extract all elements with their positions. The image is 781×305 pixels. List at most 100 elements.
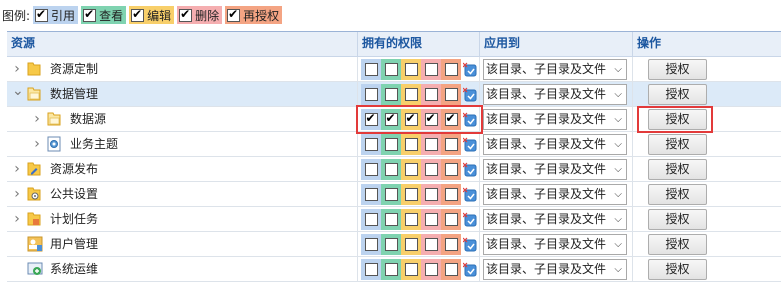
resource-label[interactable]: 数据源 bbox=[70, 107, 106, 132]
expand-arrow-icon[interactable]: › bbox=[12, 187, 22, 201]
permission-checkbox[interactable] bbox=[384, 111, 398, 126]
expand-arrow-icon[interactable]: › bbox=[12, 162, 22, 176]
permission-inherit-icon[interactable] bbox=[462, 134, 478, 155]
permission-checkbox[interactable] bbox=[364, 238, 378, 251]
user-manage-icon bbox=[27, 236, 43, 252]
permission-checkbox[interactable] bbox=[444, 111, 458, 126]
apply-to-select[interactable]: 该目录、子目录及文件 ⌵ bbox=[483, 109, 627, 130]
apply-to-select[interactable]: 该目录、子目录及文件 ⌵ bbox=[483, 59, 627, 80]
permission-inherit-icon[interactable] bbox=[462, 59, 478, 80]
resource-label[interactable]: 数据管理 bbox=[50, 82, 98, 107]
table-row[interactable]: › 业务主题 该目录、子目录及文件 ⌵ 授权 bbox=[7, 132, 781, 157]
table-row[interactable]: › 计划任务 该目录、子目录及文件 ⌵ 授权 bbox=[7, 207, 781, 232]
permission-checkbox[interactable] bbox=[424, 238, 438, 251]
permission-checkbox[interactable] bbox=[364, 263, 378, 276]
apply-to-select[interactable]: 该目录、子目录及文件 ⌵ bbox=[483, 84, 627, 105]
apply-to-select[interactable]: 该目录、子目录及文件 ⌵ bbox=[483, 259, 627, 280]
permission-checkbox[interactable] bbox=[364, 213, 378, 226]
permission-checkbox[interactable] bbox=[384, 238, 398, 251]
permission-checkbox[interactable] bbox=[424, 213, 438, 226]
table-row[interactable]: › 数据源 该目录、子目录及文件 ⌵ 授权 bbox=[7, 107, 781, 132]
permission-checkbox[interactable] bbox=[444, 163, 458, 176]
grant-button[interactable]: 授权 bbox=[648, 184, 707, 205]
permission-checkbox[interactable] bbox=[384, 88, 398, 101]
permission-checkbox[interactable] bbox=[364, 138, 378, 151]
permission-checkbox[interactable] bbox=[424, 263, 438, 276]
table-row[interactable]: 系统运维 该目录、子目录及文件 ⌵ 授权 bbox=[7, 257, 781, 282]
resource-label[interactable]: 资源发布 bbox=[50, 157, 98, 182]
permission-checkbox[interactable] bbox=[384, 213, 398, 226]
resource-label[interactable]: 系统运维 bbox=[50, 257, 98, 282]
expand-arrow-icon[interactable]: › bbox=[12, 62, 22, 76]
permission-checkbox[interactable] bbox=[384, 263, 398, 276]
permission-checkbox[interactable] bbox=[384, 63, 398, 76]
permission-checkbox[interactable] bbox=[384, 163, 398, 176]
permission-checkbox[interactable] bbox=[424, 88, 438, 101]
permission-cell-3 bbox=[401, 159, 421, 180]
permission-checkbox[interactable] bbox=[424, 163, 438, 176]
apply-to-select[interactable]: 该目录、子目录及文件 ⌵ bbox=[483, 234, 627, 255]
permission-inherit-icon[interactable] bbox=[462, 84, 478, 105]
table-row[interactable]: › 资源发布 该目录、子目录及文件 ⌵ 授权 bbox=[7, 157, 781, 182]
permission-cell-1 bbox=[361, 84, 381, 105]
expand-arrow-icon[interactable]: › bbox=[32, 137, 42, 151]
table-row[interactable]: ⌄ 数据管理 该目录、子目录及文件 ⌵ 授权 bbox=[7, 82, 781, 107]
permission-checkbox[interactable] bbox=[404, 88, 418, 101]
table-row[interactable]: › 资源定制 该目录、子目录及文件 ⌵ 授权 bbox=[7, 57, 781, 82]
permission-inherit-icon[interactable] bbox=[462, 259, 478, 280]
permission-checkbox[interactable] bbox=[404, 163, 418, 176]
permission-inherit-icon[interactable] bbox=[462, 159, 478, 180]
permission-checkbox[interactable] bbox=[444, 213, 458, 226]
collapse-arrow-icon[interactable]: ⌄ bbox=[12, 84, 24, 98]
permission-checkbox[interactable] bbox=[424, 188, 438, 201]
permission-checkbox[interactable] bbox=[364, 188, 378, 201]
resource-label[interactable]: 用户管理 bbox=[50, 232, 98, 257]
permission-checkbox[interactable] bbox=[444, 263, 458, 276]
expand-arrow-icon[interactable]: › bbox=[32, 112, 42, 126]
permission-checkbox[interactable] bbox=[444, 188, 458, 201]
grant-button[interactable]: 授权 bbox=[648, 159, 707, 180]
permission-checkbox[interactable] bbox=[424, 111, 438, 126]
permission-inherit-icon[interactable] bbox=[462, 234, 478, 255]
grant-button[interactable]: 授权 bbox=[648, 234, 707, 255]
resource-label[interactable]: 计划任务 bbox=[50, 207, 98, 232]
permission-checkbox[interactable] bbox=[384, 188, 398, 201]
permission-checkbox[interactable] bbox=[444, 138, 458, 151]
permission-inherit-icon[interactable] bbox=[462, 209, 478, 230]
permission-inherit-icon[interactable] bbox=[462, 109, 478, 130]
permission-checkbox[interactable] bbox=[404, 138, 418, 151]
grant-button[interactable]: 授权 bbox=[648, 59, 707, 80]
permission-checkbox[interactable] bbox=[404, 238, 418, 251]
permission-checkbox[interactable] bbox=[404, 111, 418, 126]
apply-to-select[interactable]: 该目录、子目录及文件 ⌵ bbox=[483, 159, 627, 180]
apply-to-select[interactable]: 该目录、子目录及文件 ⌵ bbox=[483, 209, 627, 230]
permission-inherit-icon[interactable] bbox=[462, 184, 478, 205]
permission-checkbox[interactable] bbox=[404, 188, 418, 201]
permission-checkbox[interactable] bbox=[404, 263, 418, 276]
grant-button[interactable]: 授权 bbox=[648, 259, 707, 280]
apply-to-select[interactable]: 该目录、子目录及文件 ⌵ bbox=[483, 134, 627, 155]
grant-button[interactable]: 授权 bbox=[648, 134, 707, 155]
resource-label[interactable]: 公共设置 bbox=[50, 182, 98, 207]
grant-button[interactable]: 授权 bbox=[648, 109, 707, 130]
permission-checkbox[interactable] bbox=[364, 88, 378, 101]
grant-button[interactable]: 授权 bbox=[648, 209, 707, 230]
permission-checkbox[interactable] bbox=[364, 63, 378, 76]
permission-checkbox[interactable] bbox=[424, 138, 438, 151]
permission-checkbox[interactable] bbox=[364, 111, 378, 126]
grant-button[interactable]: 授权 bbox=[648, 84, 707, 105]
permission-checkbox[interactable] bbox=[404, 213, 418, 226]
permission-checkbox[interactable] bbox=[384, 138, 398, 151]
table-row[interactable]: › 公共设置 该目录、子目录及文件 ⌵ 授权 bbox=[7, 182, 781, 207]
permission-checkbox[interactable] bbox=[404, 63, 418, 76]
resource-label[interactable]: 业务主题 bbox=[70, 132, 118, 157]
resource-label[interactable]: 资源定制 bbox=[50, 57, 98, 82]
table-row[interactable]: 用户管理 该目录、子目录及文件 ⌵ 授权 bbox=[7, 232, 781, 257]
expand-arrow-icon[interactable]: › bbox=[12, 212, 22, 226]
apply-to-select[interactable]: 该目录、子目录及文件 ⌵ bbox=[483, 184, 627, 205]
permission-checkbox[interactable] bbox=[444, 88, 458, 101]
permission-checkbox[interactable] bbox=[444, 238, 458, 251]
permission-checkbox[interactable] bbox=[424, 63, 438, 76]
permission-checkbox[interactable] bbox=[444, 63, 458, 76]
permission-checkbox[interactable] bbox=[364, 163, 378, 176]
